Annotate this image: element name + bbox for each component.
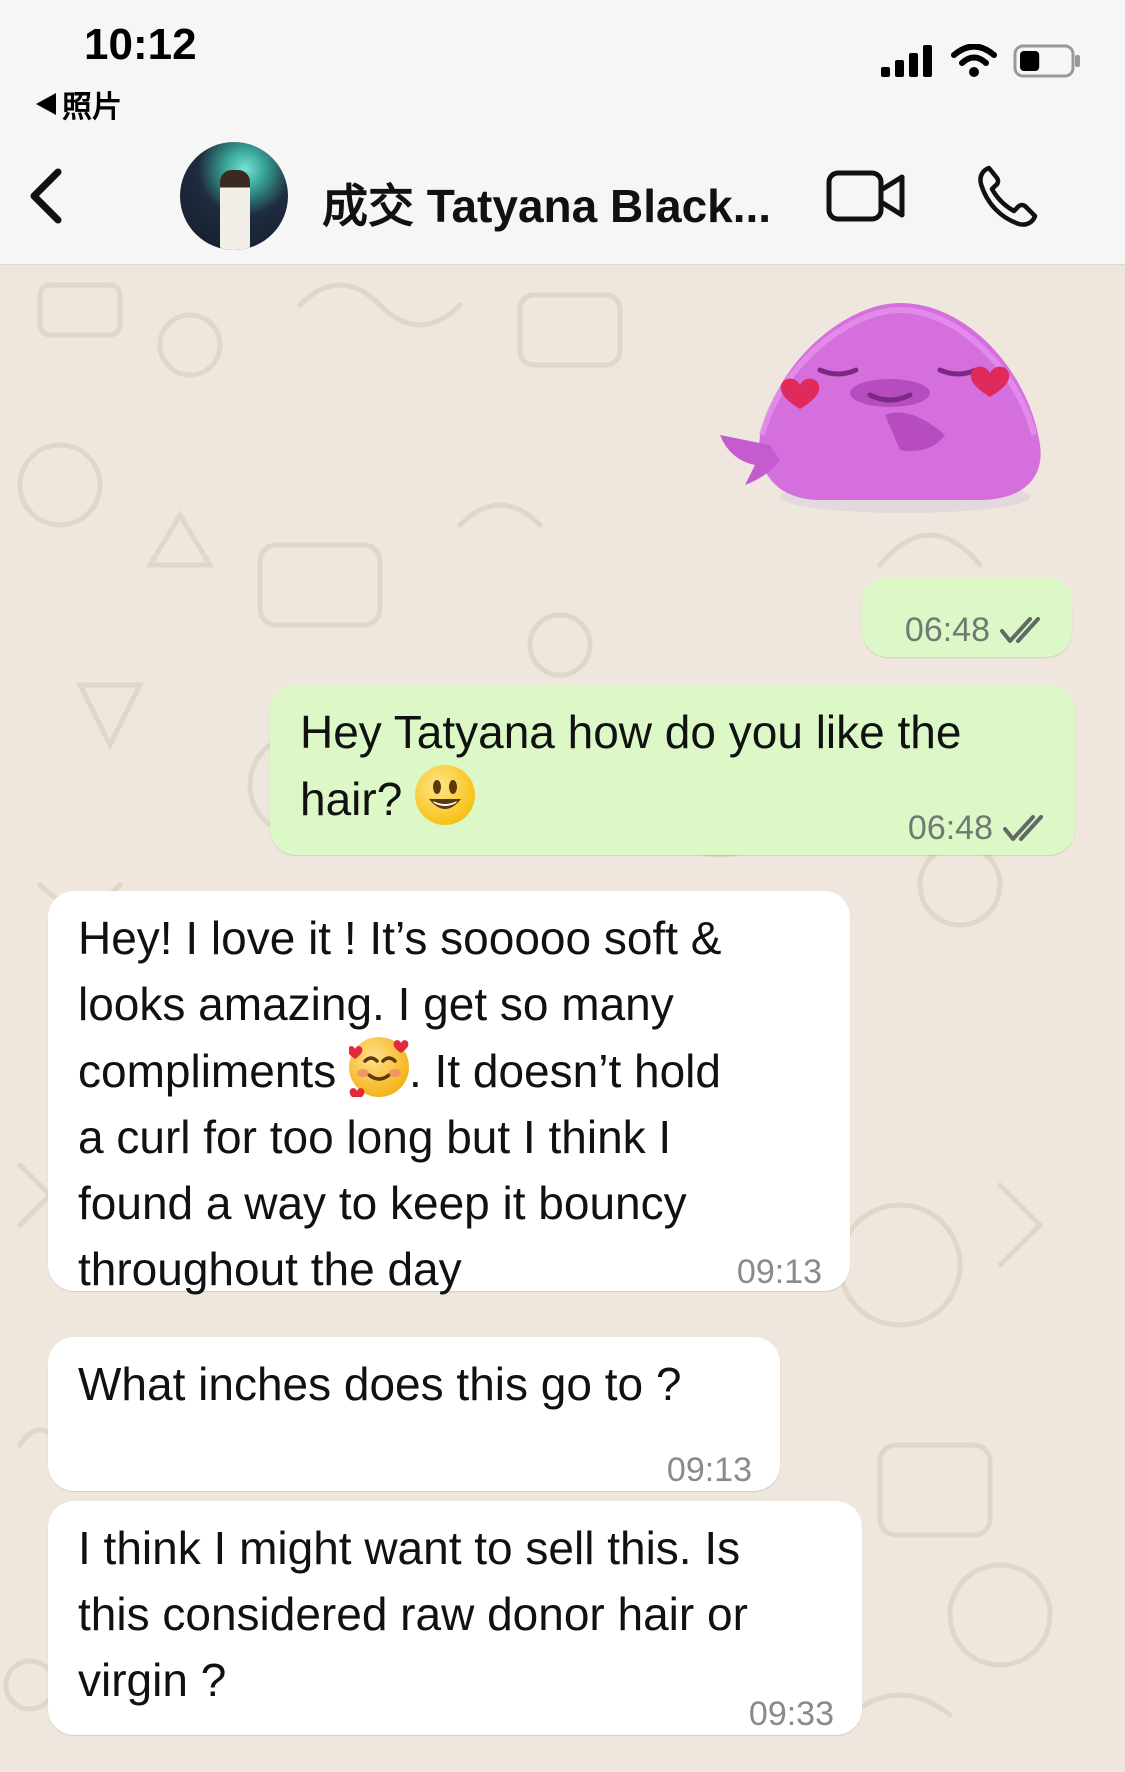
message-time: 06:48 (907, 809, 993, 847)
chat-header: 成交 Tatyana Black... (0, 130, 1125, 265)
message-line: . It doesn’t hold (408, 1045, 721, 1097)
incoming-message[interactable]: I think I might want to sell this. Is th… (48, 1501, 862, 1735)
contact-name[interactable]: 成交 Tatyana Black... (322, 170, 771, 236)
sticker-message[interactable] (700, 285, 1070, 525)
chat-area[interactable]: 06:48 Hey Tatyana how do you like the ha… (0, 265, 1125, 1772)
message-time: 06:48 (904, 611, 990, 649)
status-bar: 10:12 照片 (0, 0, 1125, 130)
smiling-face-with-hearts-emoji-icon (348, 1037, 409, 1097)
message-time: 09:13 (736, 1253, 822, 1291)
message-line: a curl for too long but I think I (78, 1111, 672, 1163)
battery-icon (1013, 44, 1080, 78)
message-line: this considered raw donor hair or (78, 1588, 748, 1640)
chevron-left-icon[interactable] (26, 166, 66, 226)
incoming-message[interactable]: Hey! I love it ! It’s sooooo soft & look… (48, 891, 850, 1295)
contact-avatar[interactable] (180, 142, 288, 250)
message-time: 09:33 (748, 1695, 834, 1733)
message-line: virgin ? (78, 1654, 227, 1706)
cellular-signal-icon (881, 45, 932, 77)
grinning-face-emoji-icon (415, 765, 476, 825)
back-to-app-link[interactable]: 照片 (36, 82, 122, 126)
phone-icon[interactable] (975, 164, 1039, 228)
message-time: 09:13 (666, 1451, 752, 1489)
status-icons (881, 44, 1081, 78)
back-app-label: 照片 (62, 91, 122, 124)
video-camera-icon[interactable] (826, 168, 906, 224)
outgoing-message[interactable]: Hey Tatyana how do you like the hair? 06… (270, 685, 1075, 855)
message-line: looks amazing. I get so many (78, 978, 674, 1030)
double-check-icon (1000, 617, 1040, 643)
message-line: compliments (78, 1045, 337, 1097)
wifi-icon (951, 44, 997, 77)
message-text: What inches does this go to ? (78, 1358, 682, 1410)
sticker-time-bubble: 06:48 (862, 577, 1072, 657)
double-check-icon (1003, 815, 1043, 841)
message-line: Hey! I love it ! It’s sooooo soft & (78, 912, 722, 964)
message-line: found a way to keep it bouncy (78, 1177, 687, 1229)
message-line: throughout the day (78, 1243, 462, 1295)
incoming-message[interactable]: What inches does this go to ? 09:13 (48, 1337, 780, 1491)
message-text: Hey Tatyana how do you like the hair? (300, 706, 962, 825)
small-left-triangle-icon (36, 93, 56, 115)
status-time: 10:12 (84, 20, 197, 69)
message-line: I think I might want to sell this. Is (78, 1522, 741, 1574)
